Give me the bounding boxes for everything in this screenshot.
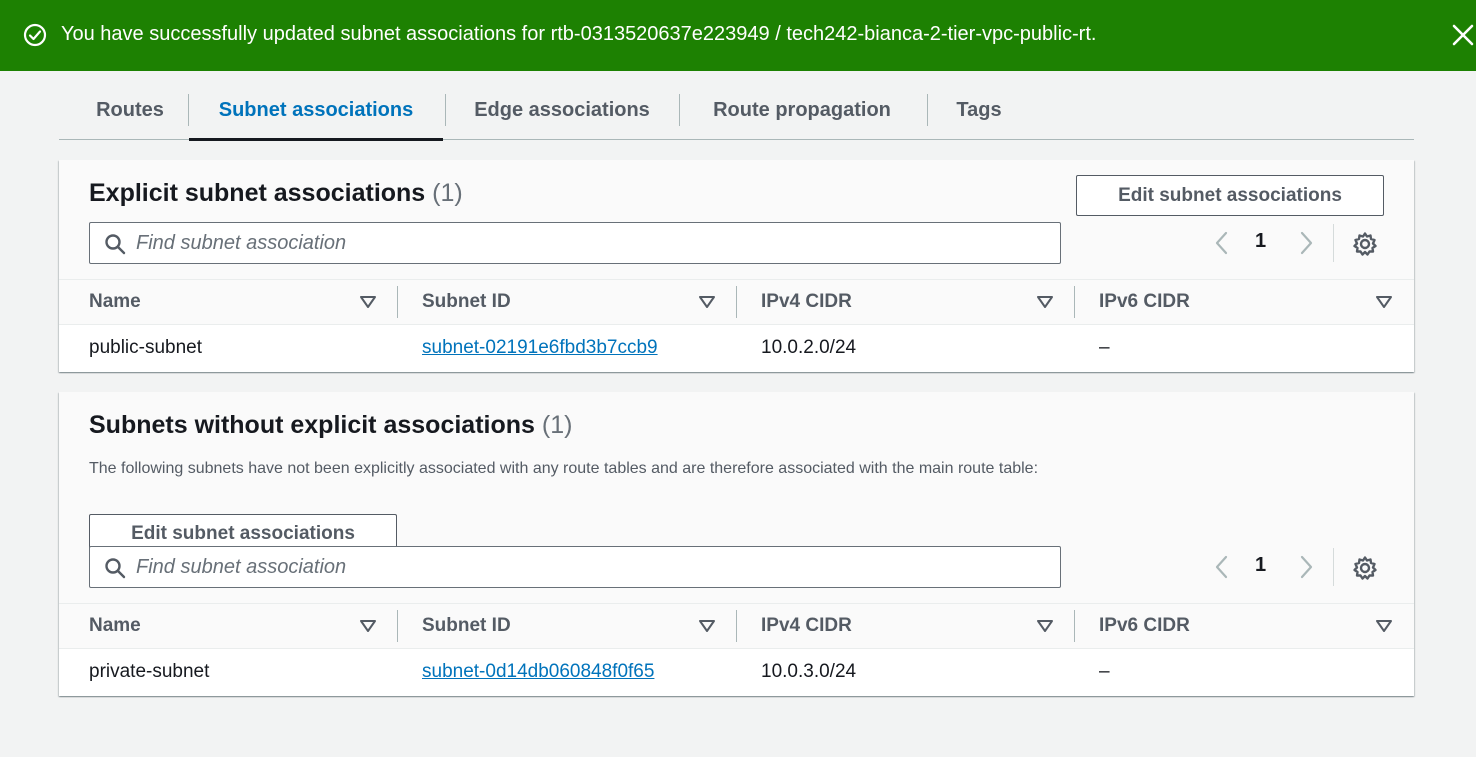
success-flash-banner: You have successfully updated subnet ass… (0, 0, 1476, 71)
panel-count: (1) (432, 179, 463, 207)
subnet-id-link[interactable]: subnet-02191e6fbd3b7ccb9 (422, 337, 658, 358)
edit-subnet-associations-button[interactable]: Edit subnet associations (1076, 175, 1384, 216)
column-divider (1074, 286, 1075, 318)
search-icon (105, 558, 126, 579)
search-icon (105, 234, 126, 255)
panel-count: (1) (541, 411, 573, 439)
tab-divider (927, 94, 928, 126)
chevron-left-icon[interactable] (1209, 230, 1235, 256)
pager-divider (1333, 548, 1334, 586)
panel-title: Subnets without explicit associations (1… (89, 409, 572, 441)
search-input[interactable] (136, 227, 1036, 259)
chevron-right-icon[interactable] (1293, 554, 1319, 580)
cell-name: public-subnet (89, 337, 203, 358)
cell-ipv4-cidr: 10.0.3.0/24 (761, 661, 857, 682)
table-header: Name Subnet ID IPv4 CIDR IPv6 CIDR (59, 279, 1414, 325)
column-header-ipv4-cidr[interactable]: IPv4 CIDR (761, 280, 852, 324)
pagination: 1 (1209, 222, 1389, 264)
tab-subnet-associations[interactable]: Subnet associations (189, 80, 443, 141)
column-header-ipv6-cidr[interactable]: IPv6 CIDR (1099, 604, 1190, 648)
check-circle-icon (23, 23, 47, 47)
close-icon[interactable] (1448, 20, 1476, 50)
sort-icon[interactable] (1035, 292, 1055, 312)
explicit-associations-panel: Explicit subnet associations (1) Edit su… (59, 160, 1414, 372)
column-divider (1074, 610, 1075, 642)
sort-icon[interactable] (358, 616, 378, 636)
subnet-id-link[interactable]: subnet-0d14db060848f0f65 (422, 661, 654, 682)
column-divider (736, 610, 737, 642)
without-associations-panel: Subnets without explicit associations (1… (59, 392, 1414, 696)
search-input[interactable] (136, 551, 1036, 583)
column-divider (397, 286, 398, 318)
cell-ipv6-cidr: – (1099, 337, 1110, 358)
page-number[interactable]: 1 (1255, 230, 1266, 253)
pager-divider (1333, 224, 1334, 262)
column-header-name[interactable]: Name (89, 604, 141, 648)
sort-icon[interactable] (1374, 292, 1394, 312)
tab-routes[interactable]: Routes (73, 80, 187, 140)
cell-ipv4-cidr: 10.0.2.0/24 (761, 337, 857, 358)
search-field[interactable] (89, 222, 1061, 264)
tab-tags[interactable]: Tags (939, 80, 1019, 140)
tab-route-propagation[interactable]: Route propagation (691, 80, 913, 140)
column-header-name[interactable]: Name (89, 280, 141, 324)
panel-title-text: Explicit subnet associations (89, 179, 426, 207)
column-header-subnet-id[interactable]: Subnet ID (422, 604, 511, 648)
panel-description: The following subnets have not been expl… (89, 460, 1039, 477)
flash-message: You have successfully updated subnet ass… (61, 23, 1097, 45)
sort-icon[interactable] (697, 616, 717, 636)
sort-icon[interactable] (1035, 616, 1055, 636)
gear-icon[interactable] (1352, 231, 1378, 257)
sort-icon[interactable] (358, 292, 378, 312)
table-row: public-subnet subnet-02191e6fbd3b7ccb9 1… (59, 325, 1414, 372)
chevron-right-icon[interactable] (1293, 230, 1319, 256)
tab-divider (679, 94, 680, 126)
table-header: Name Subnet ID IPv4 CIDR IPv6 CIDR (59, 603, 1414, 649)
sort-icon[interactable] (697, 292, 717, 312)
search-field[interactable] (89, 546, 1061, 588)
tab-bar: Routes Subnet associations Edge associat… (59, 80, 1414, 141)
sort-icon[interactable] (1374, 616, 1394, 636)
column-header-subnet-id[interactable]: Subnet ID (422, 280, 511, 324)
cell-ipv6-cidr: – (1099, 661, 1110, 682)
column-header-ipv6-cidr[interactable]: IPv6 CIDR (1099, 280, 1190, 324)
table-row: private-subnet subnet-0d14db060848f0f65 … (59, 649, 1414, 696)
chevron-left-icon[interactable] (1209, 554, 1235, 580)
panel-title: Explicit subnet associations (1) (89, 177, 463, 209)
pagination: 1 (1209, 546, 1389, 588)
cell-name: private-subnet (89, 661, 210, 682)
page-number[interactable]: 1 (1255, 554, 1266, 577)
panel-title-text: Subnets without explicit associations (89, 411, 535, 439)
tab-edge-associations[interactable]: Edge associations (457, 80, 667, 140)
column-divider (736, 286, 737, 318)
tab-divider (445, 94, 446, 126)
gear-icon[interactable] (1352, 555, 1378, 581)
column-divider (397, 610, 398, 642)
column-header-ipv4-cidr[interactable]: IPv4 CIDR (761, 604, 852, 648)
